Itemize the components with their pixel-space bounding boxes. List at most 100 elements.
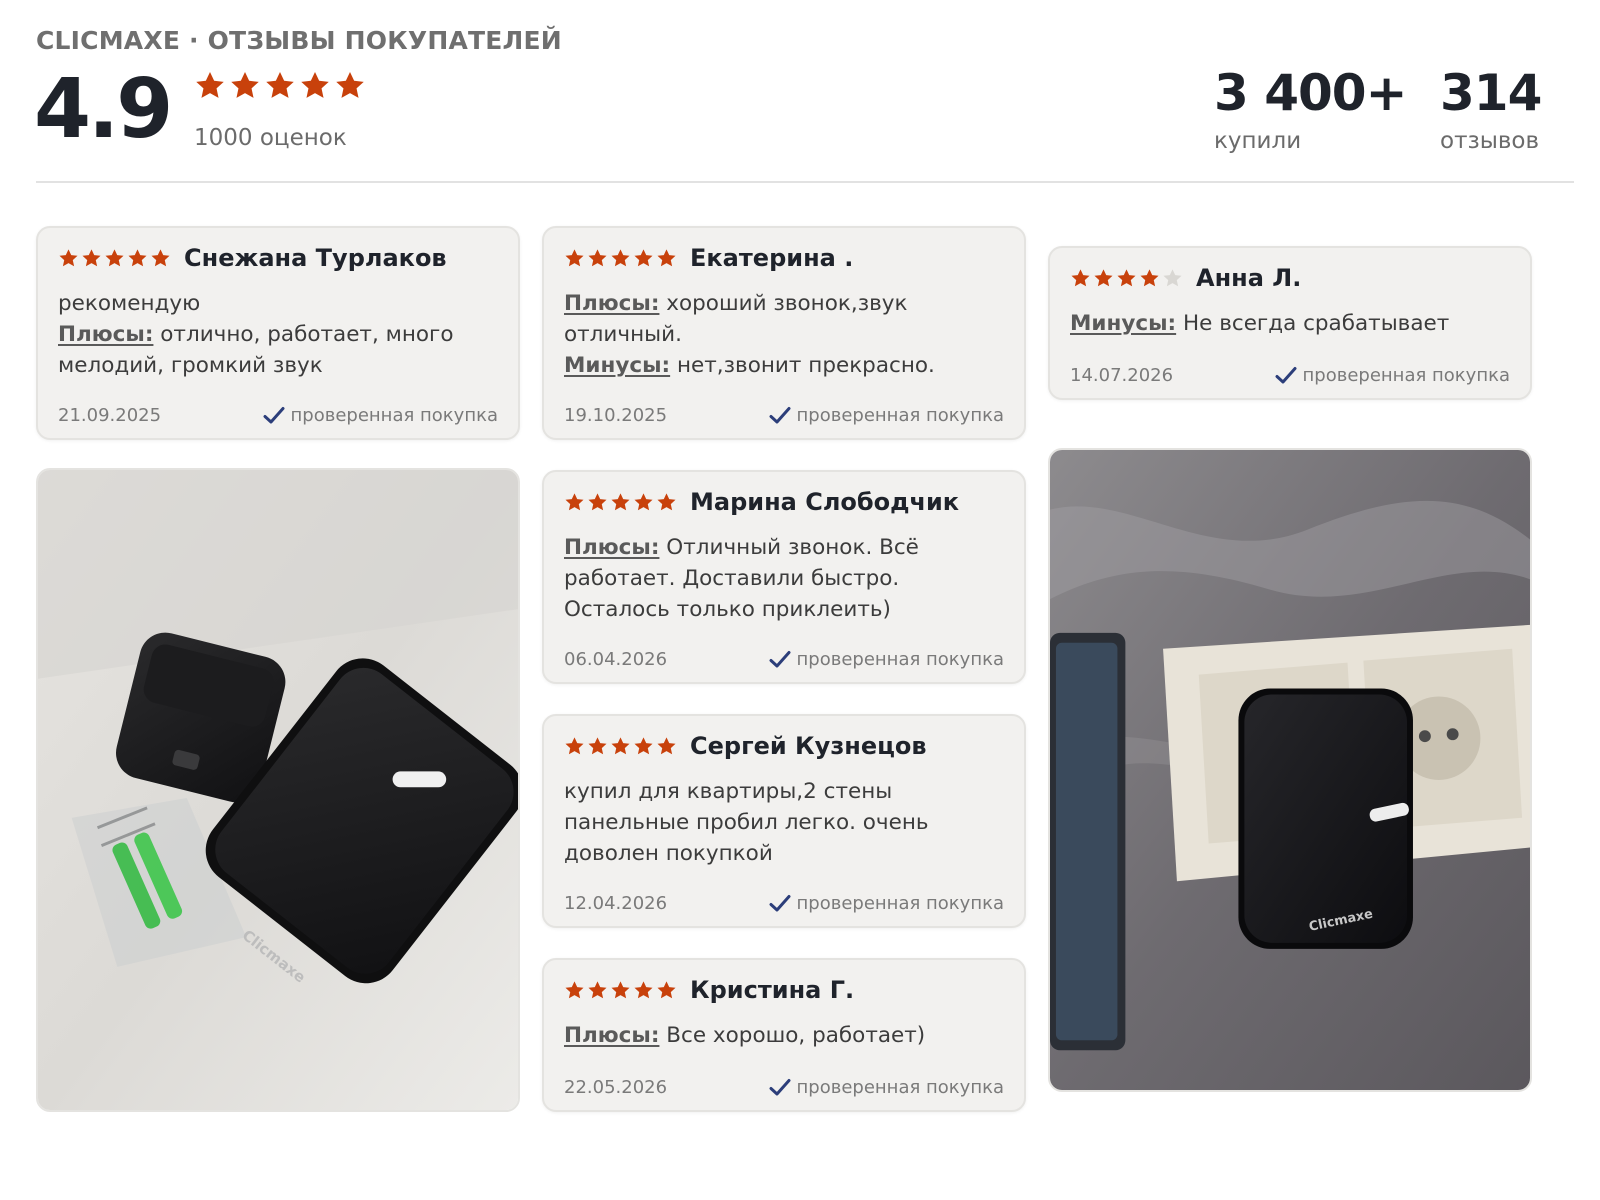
review-text: Плюсы: Все хорошо, работает) (564, 1020, 1006, 1051)
review-stars (58, 248, 171, 269)
review-comment: купил для квартиры,2 стены панельные про… (564, 779, 929, 866)
star-filled-icon (610, 980, 631, 1001)
review-card[interactable]: Сергей Кузнецов купил для квартиры,2 сте… (542, 714, 1026, 928)
star-filled-icon (58, 248, 79, 269)
review-author: Кристина Г. (690, 976, 855, 1004)
review-stars (564, 492, 677, 513)
star-filled-icon (656, 980, 677, 1001)
verified-label: проверенная покупка (1302, 365, 1510, 386)
review-card[interactable]: Снежана Турлаков рекомендую Плюсы: отлич… (36, 226, 520, 440)
star-filled-icon (334, 70, 366, 102)
verified-label: проверенная покупка (796, 405, 1004, 426)
cons-label: Минусы: (564, 353, 671, 378)
review-card[interactable]: Марина Слободчик Плюсы: Отличный звонок.… (542, 470, 1026, 684)
verified-label: проверенная покупка (290, 405, 498, 426)
reviews-stat: 314 отзывов (1440, 62, 1542, 154)
review-comment: рекомендую (58, 291, 201, 316)
verified-badge: проверенная покупка (769, 405, 1004, 426)
star-filled-icon (1093, 268, 1114, 289)
review-stars (1070, 268, 1183, 289)
review-card[interactable]: Екатерина . Плюсы: хороший звонок,звук о… (542, 226, 1026, 440)
star-filled-icon (656, 248, 677, 269)
review-stars (564, 248, 677, 269)
star-filled-icon (299, 70, 331, 102)
checkmark-icon (769, 650, 791, 670)
star-filled-icon (633, 736, 654, 757)
star-filled-icon (587, 736, 608, 757)
pros-text: Все хорошо, работает) (666, 1023, 926, 1048)
verified-badge: проверенная покупка (263, 405, 498, 426)
review-card[interactable]: Кристина Г. Плюсы: Все хорошо, работает)… (542, 958, 1026, 1112)
cons-text: нет,звонит прекрасно. (676, 353, 935, 378)
pros-label: Плюсы: (564, 535, 660, 560)
checkmark-icon (1275, 366, 1297, 386)
star-filled-icon (656, 736, 677, 757)
review-text: Плюсы: Отличный звонок. Всё работает. До… (564, 532, 1006, 625)
star-filled-icon (633, 492, 654, 513)
review-date: 22.05.2026 (564, 1077, 668, 1098)
review-date: 14.07.2026 (1070, 365, 1174, 386)
bought-stat: 3 400+ купили (1214, 62, 1407, 154)
star-filled-icon (150, 248, 171, 269)
star-filled-icon (633, 248, 654, 269)
star-filled-icon (587, 492, 608, 513)
review-author: Снежана Турлаков (184, 244, 447, 272)
average-rating-stars (194, 70, 366, 106)
review-date: 21.09.2025 (58, 405, 162, 426)
review-text: рекомендую Плюсы: отлично, работает, мно… (58, 288, 500, 381)
star-filled-icon (564, 736, 585, 757)
average-rating: 4.9 (34, 62, 173, 157)
checkmark-icon (769, 406, 791, 426)
star-empty-icon (1162, 268, 1183, 289)
bought-count: 3 400+ (1214, 64, 1407, 122)
star-filled-icon (1139, 268, 1160, 289)
bought-label: купили (1214, 128, 1302, 154)
star-filled-icon (587, 248, 608, 269)
star-filled-icon (194, 70, 226, 102)
review-author: Екатерина . (690, 244, 854, 272)
review-date: 06.04.2026 (564, 649, 668, 670)
star-filled-icon (610, 492, 631, 513)
verified-badge: проверенная покупка (769, 649, 1004, 670)
review-author: Сергей Кузнецов (690, 732, 927, 760)
review-date: 12.04.2026 (564, 893, 668, 914)
verified-badge: проверенная покупка (769, 893, 1004, 914)
reviews-header: CLICMAXE · ОТЗЫВЫ ПОКУПАТЕЛЕЙ 4.9 1000 о… (34, 22, 1574, 184)
star-filled-icon (564, 248, 585, 269)
star-filled-icon (1070, 268, 1091, 289)
checkmark-icon (769, 1078, 791, 1098)
review-author: Анна Л. (1196, 264, 1302, 292)
star-filled-icon (127, 248, 148, 269)
review-stars (564, 736, 677, 757)
reviews-label: отзывов (1440, 128, 1540, 154)
verified-label: проверенная покупка (796, 649, 1004, 670)
star-filled-icon (610, 248, 631, 269)
review-date: 19.10.2025 (564, 405, 668, 426)
review-photo-doorbell-socket[interactable]: Clicmaxe (1048, 448, 1532, 1092)
review-stars (564, 980, 677, 1001)
star-filled-icon (104, 248, 125, 269)
star-filled-icon (610, 736, 631, 757)
star-filled-icon (264, 70, 296, 102)
star-filled-icon (587, 980, 608, 1001)
checkmark-icon (263, 406, 285, 426)
pros-label: Плюсы: (564, 291, 660, 316)
checkmark-icon (769, 894, 791, 914)
review-photo-doorbell-table[interactable]: Clicmaxe (36, 468, 520, 1112)
verified-badge: проверенная покупка (1275, 365, 1510, 386)
cons-text: Не всегда срабатывает (1182, 311, 1450, 336)
pros-label: Плюсы: (564, 1023, 660, 1048)
ratings-count: 1000 оценок (194, 125, 347, 151)
review-text: Плюсы: хороший звонок,звук отличный. Мин… (564, 288, 1006, 381)
review-card[interactable]: Анна Л. Минусы: Не всегда срабатывает 14… (1048, 246, 1532, 400)
review-text: Минусы: Не всегда срабатывает (1070, 308, 1512, 339)
header-divider (36, 181, 1574, 183)
star-filled-icon (633, 980, 654, 1001)
star-filled-icon (1116, 268, 1137, 289)
star-filled-icon (81, 248, 102, 269)
star-filled-icon (564, 492, 585, 513)
review-author: Марина Слободчик (690, 488, 960, 516)
pros-label: Плюсы: (58, 322, 154, 347)
star-filled-icon (656, 492, 677, 513)
cons-label: Минусы: (1070, 311, 1177, 336)
